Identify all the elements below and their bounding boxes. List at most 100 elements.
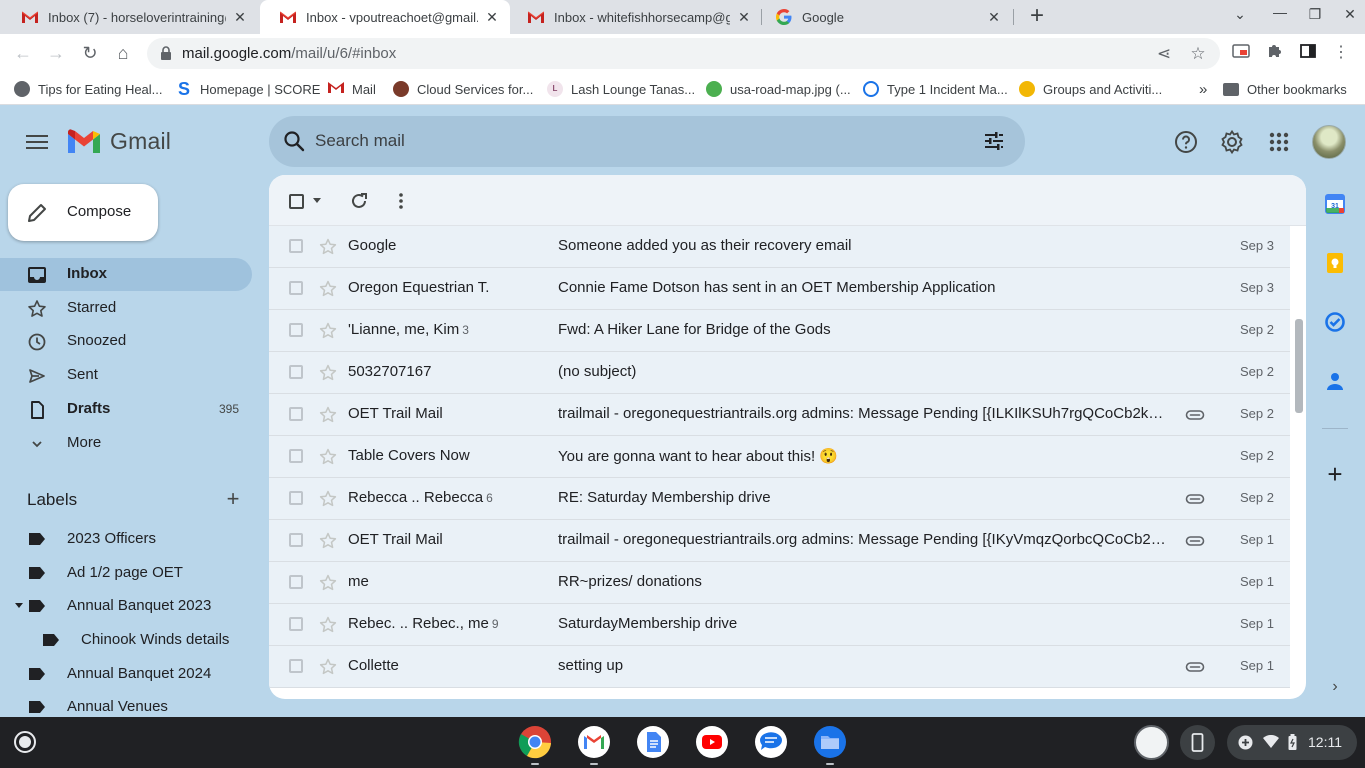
launcher-icon[interactable] — [14, 731, 36, 753]
chrome-menu-icon[interactable]: ⋮ — [1331, 43, 1351, 63]
share-icon[interactable]: ⋖ — [1154, 44, 1174, 64]
contacts-icon[interactable] — [1324, 370, 1346, 392]
email-row[interactable]: Rebecca .. Rebecca 6 RE: Saturday Membersh… — [269, 478, 1290, 520]
star-icon[interactable] — [318, 489, 338, 509]
email-row[interactable]: me RR~prizes/ donations Sep 1 — [269, 562, 1290, 604]
main-menu-icon[interactable] — [26, 131, 48, 151]
label-item[interactable]: 2023 Officers — [0, 523, 252, 556]
other-bookmarks-folder[interactable]: Other bookmarks — [1223, 80, 1347, 98]
gmail-app-icon[interactable] — [577, 725, 611, 759]
search-input[interactable]: Search mail — [315, 131, 405, 151]
google-apps-icon[interactable] — [1266, 129, 1292, 155]
row-checkbox[interactable] — [289, 365, 303, 379]
attachment-icon[interactable] — [1185, 491, 1205, 507]
screenshot-thumbnail[interactable] — [1134, 725, 1169, 760]
close-tab-icon[interactable]: ✕ — [484, 9, 500, 26]
new-tab-button[interactable]: + — [1024, 4, 1050, 30]
attachment-icon[interactable] — [1185, 407, 1205, 423]
email-row[interactable]: Google Someone added you as their recover… — [269, 226, 1290, 268]
minimize-window-icon[interactable]: — — [1270, 4, 1290, 20]
bookmarks-overflow-button[interactable]: » — [1199, 80, 1207, 98]
browser-tab[interactable]: Inbox (7) - horseloverintraining@ ✕ — [2, 0, 258, 34]
email-row[interactable]: Oregon Equestrian T. Connie Fame Dotson h… — [269, 268, 1290, 310]
search-options-icon[interactable] — [983, 130, 1005, 152]
row-checkbox[interactable] — [289, 323, 303, 337]
nav-item-drafts[interactable]: Drafts 395 — [0, 393, 252, 426]
email-row[interactable]: OET Trail Mail trailmail - oregonequestri… — [269, 520, 1290, 562]
create-label-button[interactable]: + — [223, 487, 243, 511]
bookmark-item[interactable]: L Lash Lounge Tanas... — [547, 80, 695, 98]
star-icon[interactable] — [318, 279, 338, 299]
label-item[interactable]: Annual Banquet 2023 — [0, 590, 252, 623]
bookmark-item[interactable]: Type 1 Incident Ma... — [863, 80, 1008, 98]
star-icon[interactable] — [318, 237, 338, 257]
home-icon[interactable]: ⌂ — [112, 42, 134, 64]
label-item[interactable]: Chinook Winds details — [0, 624, 252, 657]
close-window-icon[interactable]: ✕ — [1340, 6, 1360, 23]
reload-icon[interactable]: ↻ — [79, 42, 101, 64]
label-item[interactable]: Annual Venues — [0, 691, 252, 717]
star-icon[interactable] — [318, 321, 338, 341]
row-checkbox[interactable] — [289, 449, 303, 463]
row-checkbox[interactable] — [289, 533, 303, 547]
restore-window-icon[interactable]: ❐ — [1305, 6, 1325, 23]
search-bar[interactable]: Search mail — [269, 116, 1025, 167]
row-checkbox[interactable] — [289, 239, 303, 253]
label-item[interactable]: Annual Banquet 2024 — [0, 658, 252, 691]
keep-icon[interactable] — [1324, 252, 1346, 274]
calendar-icon[interactable]: 31 — [1324, 193, 1346, 215]
close-tab-icon[interactable]: ✕ — [986, 9, 1002, 26]
star-icon[interactable] — [318, 363, 338, 383]
account-avatar[interactable] — [1312, 125, 1346, 159]
star-icon[interactable] — [318, 447, 338, 467]
star-icon[interactable] — [318, 657, 338, 677]
select-all-checkbox[interactable] — [289, 194, 304, 209]
bookmark-item[interactable]: Tips for Eating Heal... — [14, 80, 163, 98]
messages-icon[interactable] — [754, 725, 788, 759]
close-tab-icon[interactable]: ✕ — [232, 9, 248, 26]
refresh-icon[interactable] — [349, 191, 369, 211]
bookmark-item[interactable]: Cloud Services for... — [393, 80, 533, 98]
row-checkbox[interactable] — [289, 617, 303, 631]
gmail-logo-icon[interactable] — [66, 127, 102, 155]
back-arrow-icon[interactable]: ← — [12, 42, 34, 64]
help-icon[interactable] — [1173, 129, 1199, 155]
bookmark-item[interactable]: usa-road-map.jpg (... — [706, 80, 851, 98]
nav-item-sent[interactable]: Sent — [0, 359, 252, 392]
youtube-icon[interactable] — [695, 725, 729, 759]
bookmark-star-icon[interactable]: ☆ — [1188, 44, 1208, 64]
star-icon[interactable] — [318, 615, 338, 635]
email-row[interactable]: Collette setting up Sep 1 — [269, 646, 1290, 688]
attachment-icon[interactable] — [1185, 659, 1205, 675]
email-row[interactable]: Table Covers Now You are gonna want to he… — [269, 436, 1290, 478]
settings-gear-icon[interactable] — [1219, 129, 1245, 155]
bookmark-item[interactable]: S Homepage | SCORE — [176, 80, 320, 98]
star-icon[interactable] — [318, 531, 338, 551]
row-checkbox[interactable] — [289, 281, 303, 295]
label-item[interactable]: Ad 1/2 page OET — [0, 557, 252, 590]
row-checkbox[interactable] — [289, 575, 303, 589]
more-options-icon[interactable] — [391, 191, 411, 211]
tab-search-chevron-icon[interactable]: ⌄ — [1230, 6, 1250, 23]
nav-item-inbox[interactable]: Inbox — [0, 258, 252, 291]
star-icon[interactable] — [318, 405, 338, 425]
docs-icon[interactable] — [636, 725, 670, 759]
lock-icon[interactable] — [159, 46, 173, 60]
expand-caret-icon[interactable] — [14, 600, 24, 610]
nav-item-more[interactable]: More — [0, 427, 252, 460]
chevron-right-icon[interactable]: › — [1327, 678, 1343, 696]
extensions-puzzle-icon[interactable] — [1264, 43, 1284, 63]
files-icon[interactable] — [813, 725, 847, 759]
nav-item-snoozed[interactable]: Snoozed — [0, 325, 252, 358]
row-checkbox[interactable] — [289, 407, 303, 421]
bookmark-item[interactable]: Mail — [328, 80, 376, 98]
browser-tab[interactable]: Google ✕ — [756, 0, 1012, 34]
forward-arrow-icon[interactable]: → — [45, 42, 67, 64]
select-dropdown-icon[interactable] — [312, 197, 322, 205]
email-row[interactable]: Rebec. .. Rebec., me 9 SaturdayMembership … — [269, 604, 1290, 646]
close-tab-icon[interactable]: ✕ — [736, 9, 752, 26]
tasks-icon[interactable] — [1324, 311, 1346, 333]
browser-tab[interactable]: Inbox - whitefishhorsecamp@gm ✕ — [508, 0, 762, 34]
chrome-icon[interactable] — [518, 725, 552, 759]
scrollbar-thumb[interactable] — [1295, 319, 1303, 413]
